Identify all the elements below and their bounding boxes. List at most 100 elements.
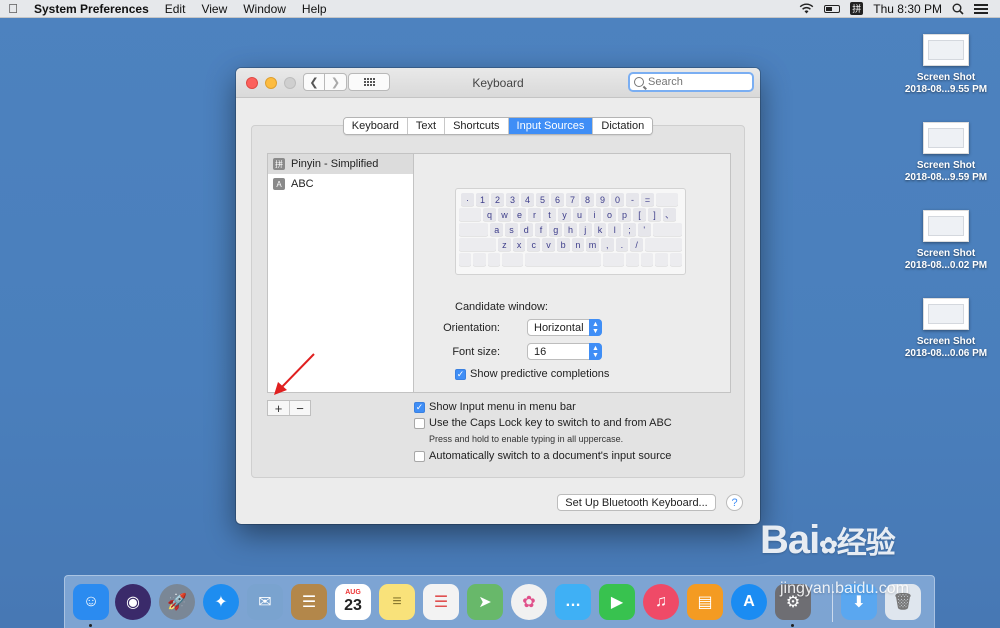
desktop-file[interactable]: Screen Shot 2018-08...0.06 PM [901,298,991,360]
orientation-popup[interactable]: Horizontal ▲ ▼ [527,319,602,336]
screenshot-thumbnail-icon [923,298,969,330]
tab-bar: Keyboard Text Shortcuts Input Sources Di… [236,117,760,135]
caps-lock-label: Use the Caps Lock key to switch to and f… [429,417,672,429]
wifi-icon[interactable] [799,3,814,14]
photos-icon[interactable]: ✿ [511,584,547,620]
key: j [578,223,592,236]
key: d [519,223,533,236]
predictive-completions-option[interactable]: ✓ Show predictive completions [455,368,609,380]
launchpad-icon[interactable]: 🚀 [159,584,195,620]
books-icon[interactable]: ▤ [687,584,723,620]
auto-switch-checkbox[interactable] [414,450,425,462]
battery-icon[interactable] [824,4,841,13]
notification-center-icon[interactable] [974,3,988,14]
key [655,253,668,266]
app-store-icon[interactable]: A [731,584,767,620]
desktop-file-name: Screen Shot [916,160,976,171]
mail-icon[interactable]: ✉ [247,584,283,620]
add-input-source-button[interactable]: + [268,401,289,416]
search-input[interactable] [648,76,738,88]
list-item-abc[interactable]: A ABC [268,174,413,194]
siri-icon[interactable]: ◉ [115,584,151,620]
keyboard-row: a s d f g h j k l ; ' [459,223,683,236]
clock[interactable]: Thu 8:30 PM [873,2,942,16]
screenshot-thumbnail-icon [923,122,969,154]
key: - [626,193,639,206]
desktop-file[interactable]: Screen Shot 2018-08...9.59 PM [901,122,991,184]
notes-icon[interactable]: ≡ [379,584,415,620]
auto-switch-option[interactable]: Automatically switch to a document's inp… [414,450,671,462]
key: a [490,223,504,236]
music-icon[interactable]: ♫ [643,584,679,620]
running-indicator [791,624,794,627]
key [473,253,486,266]
key: g [549,223,563,236]
key: p [618,208,631,221]
keyboard-row: q w e r t y u i o p [ ] 、 [459,208,682,221]
source-detail-pane: · 1 2 3 4 5 6 7 8 9 0 - = q w e r t y u … [414,153,731,393]
tab-dictation[interactable]: Dictation [592,118,653,134]
desktop-file-name: Screen Shot [916,248,976,259]
font-size-popup[interactable]: 16 ▲ ▼ [527,343,602,360]
list-item-pinyin[interactable]: 拼 Pinyin - Simplified [268,154,413,174]
baidu-watermark: Bai✿经验 jingyan.baidu.com [760,518,909,597]
caps-lock-checkbox[interactable] [414,417,425,429]
running-indicator [89,624,92,627]
menu-window[interactable]: Window [235,2,294,16]
key [502,253,524,266]
tab-shortcuts[interactable]: Shortcuts [444,118,508,134]
desktop-file-date: 2018-08...9.55 PM [904,84,988,95]
setup-bluetooth-keyboard-button[interactable]: Set Up Bluetooth Keyboard... [557,494,716,511]
caps-lock-option[interactable]: Use the Caps Lock key to switch to and f… [414,417,672,429]
desktop-file-name: Screen Shot [916,336,976,347]
key: 0 [611,193,624,206]
key: o [603,208,616,221]
show-input-menu-checkbox[interactable]: ✓ [414,401,425,413]
menu-app-name[interactable]: System Preferences [26,2,157,16]
tab-keyboard[interactable]: Keyboard [343,118,407,134]
tab-text[interactable]: Text [406,118,445,134]
input-sources-panel: 拼 Pinyin - Simplified A ABC · 1 2 3 4 5 … [251,125,745,478]
desktop-file[interactable]: Screen Shot 2018-08...9.55 PM [901,34,991,96]
desktop-file-name: Screen Shot [916,72,976,83]
menu-view[interactable]: View [193,2,235,16]
predictive-completions-checkbox[interactable]: ✓ [455,368,466,380]
key: k [593,223,607,236]
key: v [542,238,555,251]
key: 、 [663,208,676,221]
calendar-icon[interactable]: AUG 23 [335,584,371,620]
key: = [641,193,654,206]
desktop-file[interactable]: Screen Shot 2018-08...0.02 PM [901,210,991,272]
key: ' [637,223,651,236]
key: z [498,238,511,251]
key [525,253,602,266]
key [640,253,654,266]
maps-icon[interactable]: ➤ [467,584,503,620]
show-input-menu-option[interactable]: ✓ Show Input menu in menu bar [414,401,576,413]
source-label: ABC [291,178,314,190]
apple-icon[interactable]:  [0,1,26,16]
keyboard-row: z x c v b n m , . / [459,238,683,251]
abc-source-icon: A [273,178,285,190]
title-bar[interactable]: ❮ ❯ Keyboard [236,68,760,98]
help-button[interactable]: ? [726,494,743,511]
input-source-icon[interactable]: 拼 [850,2,864,15]
menu-edit[interactable]: Edit [157,2,194,16]
key: c [527,238,541,251]
search-field[interactable] [628,72,754,92]
reminders-icon[interactable]: ☰ [423,584,459,620]
key: r [528,208,541,221]
key: 7 [566,193,579,206]
safari-icon[interactable]: ✦ [203,584,239,620]
contacts-icon[interactable]: ☰ [291,584,327,620]
remove-input-source-button[interactable]: − [289,401,310,416]
spotlight-icon[interactable] [952,3,964,15]
finder-icon[interactable]: ☺ [73,584,109,620]
tab-input-sources[interactable]: Input Sources [507,118,593,134]
screenshot-thumbnail-icon [923,34,969,66]
menu-help[interactable]: Help [294,2,335,16]
key [652,223,683,236]
facetime-icon[interactable]: ▶ [599,584,635,620]
messages-icon[interactable]: … [555,584,591,620]
key [626,253,639,266]
